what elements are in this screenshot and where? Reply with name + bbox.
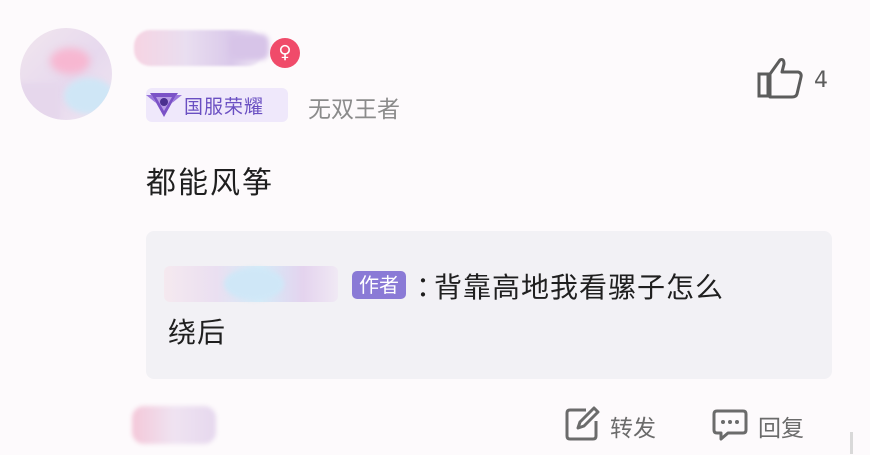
forward-label: 转发: [610, 416, 656, 442]
thumbs-up-icon: [756, 56, 804, 104]
quote-text-continued: 绕后: [168, 316, 227, 349]
rank-title: 无双王者: [308, 97, 400, 123]
reply-button[interactable]: 回复: [712, 406, 804, 446]
gender-female-icon: ♀: [270, 38, 300, 68]
edit-share-icon: [564, 406, 600, 446]
like-count: 4: [814, 67, 828, 93]
scrollbar[interactable]: [850, 432, 853, 454]
author-tag: 作者: [352, 271, 406, 299]
reply-label: 回复: [758, 416, 804, 442]
forward-button[interactable]: 转发: [564, 406, 656, 446]
quoted-username-blurred[interactable]: [164, 266, 338, 302]
comment-text: 都能风筝: [146, 166, 274, 201]
avatar[interactable]: [20, 28, 112, 120]
quoted-reply[interactable]: 作者 ： 背靠高地我看骡子怎么 绕后: [146, 231, 832, 379]
next-comment-blurred: [132, 406, 216, 444]
rank-badge[interactable]: 国服荣耀: [146, 88, 288, 122]
comment-bubble-icon: [712, 406, 748, 446]
badge-label: 国服荣耀: [184, 95, 265, 118]
username-blurred[interactable]: [134, 30, 269, 66]
rank-emblem-icon: [146, 89, 182, 121]
quote-text: 背靠高地我看骡子怎么: [434, 271, 725, 304]
like-button[interactable]: 4: [756, 56, 828, 104]
